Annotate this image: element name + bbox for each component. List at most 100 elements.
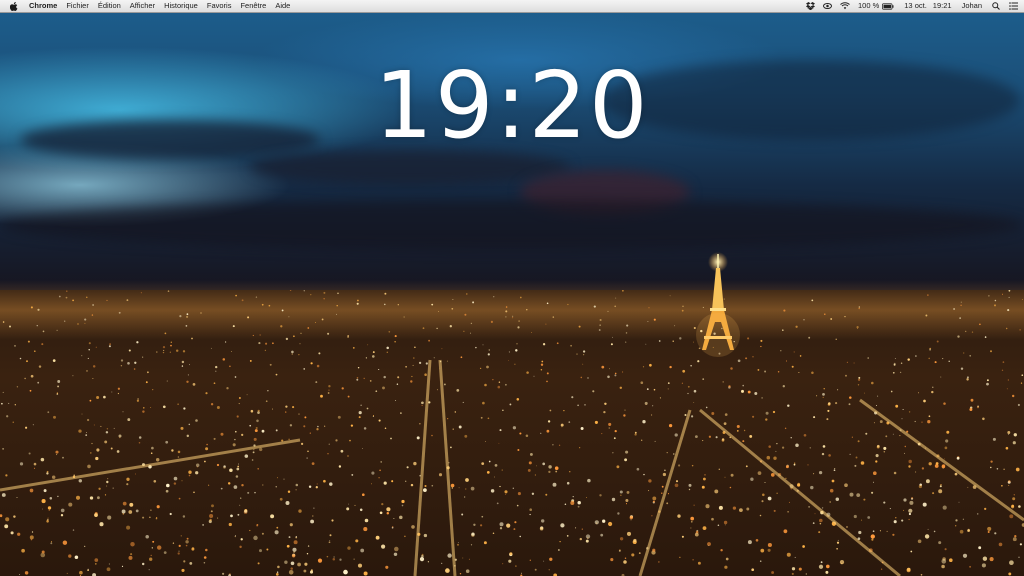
city-light xyxy=(383,481,387,485)
city-light xyxy=(577,505,580,508)
apple-icon[interactable] xyxy=(10,1,19,11)
city-light xyxy=(372,351,375,354)
city-light xyxy=(508,351,510,353)
city-light xyxy=(19,574,21,576)
battery-percent[interactable]: 100 % xyxy=(858,0,879,12)
city-light xyxy=(901,418,903,420)
city-light xyxy=(577,404,579,407)
city-light xyxy=(531,492,535,495)
city-light xyxy=(358,411,362,415)
notification-center-icon[interactable] xyxy=(1009,2,1018,10)
city-light xyxy=(625,503,628,505)
desktop: 19:20 Chrome Fichier Édition Afficher Hi… xyxy=(0,0,1024,576)
menu-historique[interactable]: Historique xyxy=(164,0,198,12)
city-light xyxy=(116,450,120,453)
city-light xyxy=(822,396,824,398)
city-light xyxy=(791,567,796,571)
city-light xyxy=(828,454,831,457)
city-light xyxy=(682,369,686,373)
city-light xyxy=(694,435,698,439)
menu-date[interactable]: 13 oct. xyxy=(904,0,927,12)
city-light xyxy=(37,381,40,384)
city-light xyxy=(6,415,9,418)
city-light xyxy=(785,477,787,479)
city-light xyxy=(180,426,184,430)
city-light xyxy=(540,363,544,366)
city-light xyxy=(581,528,583,530)
city-light xyxy=(885,435,888,438)
sync-icon[interactable] xyxy=(822,2,832,10)
city-light xyxy=(393,552,398,557)
city-light xyxy=(1007,309,1010,312)
city-light xyxy=(819,518,823,523)
city-light xyxy=(807,464,809,466)
city-light xyxy=(298,354,300,356)
city-light xyxy=(940,484,942,486)
city-light xyxy=(982,556,988,561)
city-light xyxy=(328,443,330,445)
city-light xyxy=(711,517,714,521)
city-light xyxy=(33,467,36,469)
menu-fichier[interactable]: Fichier xyxy=(66,0,89,12)
city-light xyxy=(752,356,754,358)
city-light xyxy=(920,573,923,576)
city-light xyxy=(386,507,391,512)
city-light xyxy=(329,482,333,486)
city-light xyxy=(661,485,664,488)
city-light xyxy=(693,402,695,404)
wifi-icon[interactable] xyxy=(840,2,850,10)
city-light xyxy=(165,440,169,444)
battery-icon[interactable] xyxy=(882,2,894,10)
city-light xyxy=(411,375,413,378)
city-light xyxy=(86,418,90,422)
city-light xyxy=(844,315,846,318)
city-light xyxy=(50,542,53,545)
menu-user[interactable]: Johan xyxy=(962,0,982,12)
menu-fenetre[interactable]: Fenêtre xyxy=(240,0,266,12)
menu-app-name[interactable]: Chrome xyxy=(29,0,57,12)
city-light xyxy=(932,386,934,388)
dropbox-icon[interactable] xyxy=(805,2,815,10)
city-light xyxy=(587,377,589,379)
city-light xyxy=(1022,299,1023,300)
city-light xyxy=(62,456,64,459)
city-light xyxy=(164,332,167,335)
city-light xyxy=(892,433,894,435)
menu-aide[interactable]: Aide xyxy=(275,0,290,12)
city-light xyxy=(677,514,681,518)
city-light xyxy=(673,453,675,455)
city-boulevard xyxy=(638,409,692,576)
city-light xyxy=(813,473,815,475)
city-light xyxy=(777,370,780,373)
city-light xyxy=(456,543,460,546)
menu-edition[interactable]: Édition xyxy=(98,0,121,12)
city-light xyxy=(236,415,239,418)
city-light xyxy=(436,327,438,330)
city-light xyxy=(246,394,248,396)
city-light xyxy=(142,356,144,358)
city-light xyxy=(126,483,129,486)
city-light xyxy=(347,546,351,550)
city-light xyxy=(304,416,307,419)
city-light xyxy=(613,437,616,440)
spotlight-icon[interactable] xyxy=(992,2,1000,10)
city-light xyxy=(66,572,68,574)
city-light xyxy=(531,331,533,333)
city-light xyxy=(856,493,861,497)
menu-afficher[interactable]: Afficher xyxy=(130,0,155,12)
menu-time[interactable]: 19:21 xyxy=(933,0,952,12)
menu-favoris[interactable]: Favoris xyxy=(207,0,232,12)
city-light xyxy=(295,536,298,539)
city-light xyxy=(592,390,595,393)
city-light xyxy=(819,522,822,525)
city-light xyxy=(625,499,629,502)
city-light xyxy=(318,352,321,355)
city-light xyxy=(472,301,475,304)
city-light xyxy=(651,414,653,416)
city-light xyxy=(421,554,424,558)
city-light xyxy=(857,440,860,443)
city-light xyxy=(691,464,694,467)
city-light xyxy=(649,365,651,367)
city-light xyxy=(811,371,814,374)
city-light xyxy=(117,387,121,390)
